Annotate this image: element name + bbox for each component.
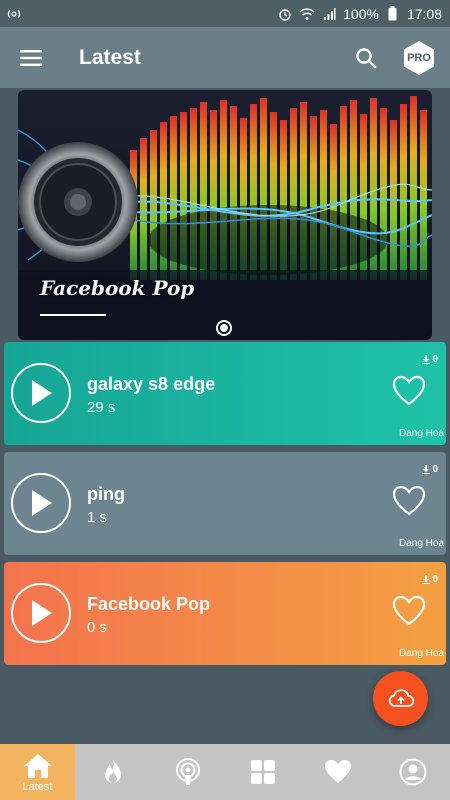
download-count-value: 0 xyxy=(432,464,438,475)
grid-icon xyxy=(250,760,275,784)
heart-outline-icon xyxy=(392,485,426,516)
banner-title-underline xyxy=(40,314,106,316)
play-button[interactable] xyxy=(11,363,71,423)
sound-author: Dang Hoa xyxy=(398,538,444,549)
battery-percent: 100% xyxy=(343,5,379,22)
nav-item-trending[interactable] xyxy=(75,744,150,800)
banner-title: Facebook Pop xyxy=(40,276,195,300)
page-title: Latest xyxy=(79,45,141,69)
cloud-upload-icon xyxy=(388,688,414,707)
play-icon xyxy=(32,490,52,516)
pro-button[interactable]: PRO xyxy=(401,40,437,76)
menu-button[interactable] xyxy=(0,27,62,88)
play-button[interactable] xyxy=(11,583,71,643)
sound-name: Facebook Pop xyxy=(87,594,211,614)
nav-item-podcast[interactable] xyxy=(150,744,225,800)
sound-card[interactable]: ping 1 s 0 Dang Hoa xyxy=(4,452,446,555)
banner-artwork xyxy=(18,96,432,340)
hamburger-icon xyxy=(20,49,42,66)
carousel-indicator[interactable] xyxy=(216,320,232,336)
nav-item-latest[interactable]: Latest xyxy=(0,744,75,800)
wifi-calling-icon xyxy=(6,7,22,21)
sound-duration: 29 s xyxy=(87,399,116,416)
featured-banner[interactable]: Facebook Pop xyxy=(18,90,432,340)
search-icon xyxy=(356,47,377,68)
sound-duration: 1 s xyxy=(87,509,108,526)
download-icon xyxy=(422,355,431,364)
favorite-button[interactable] xyxy=(392,595,426,627)
favorite-button[interactable] xyxy=(392,485,426,517)
account-icon xyxy=(399,758,426,786)
sound-card[interactable]: Facebook Pop 0 s 0 Dang Hoa xyxy=(4,562,446,665)
nav-item-account[interactable] xyxy=(375,744,450,800)
home-icon xyxy=(23,753,52,778)
play-button[interactable] xyxy=(11,473,71,533)
sound-author: Dang Hoa xyxy=(398,428,444,439)
sound-card[interactable]: galaxy s8 edge 29 s 0 Dang Hoa xyxy=(4,342,446,445)
status-bar: 100% 17:08 xyxy=(0,0,450,27)
nav-item-favorites[interactable] xyxy=(300,744,375,800)
play-icon xyxy=(32,380,52,406)
play-icon xyxy=(32,600,52,626)
search-button[interactable] xyxy=(343,27,389,88)
heart-outline-icon xyxy=(392,375,426,406)
sound-name: ping xyxy=(87,484,125,504)
download-count-value: 0 xyxy=(432,354,438,365)
sound-duration: 0 s xyxy=(87,619,108,636)
nav-label-latest: Latest xyxy=(22,780,53,793)
download-count: 0 xyxy=(422,464,438,475)
download-count: 0 xyxy=(422,574,438,585)
download-count: 0 xyxy=(422,354,438,365)
heart-outline-icon xyxy=(392,595,426,626)
heart-icon xyxy=(324,760,351,783)
wifi-icon xyxy=(299,7,315,21)
download-count-value: 0 xyxy=(432,574,438,585)
pro-label: PRO xyxy=(407,51,431,64)
nav-item-categories[interactable] xyxy=(225,744,300,800)
app-bar: Latest PRO xyxy=(0,27,450,88)
sound-author: Dang Hoa xyxy=(398,648,444,659)
download-icon xyxy=(422,575,431,584)
bottom-nav: Latest xyxy=(0,744,450,800)
sound-name: galaxy s8 edge xyxy=(87,374,216,394)
download-icon xyxy=(422,465,431,474)
signal-icon xyxy=(321,7,337,21)
clock: 17:08 xyxy=(406,5,442,22)
battery-icon xyxy=(385,6,401,21)
fire-icon xyxy=(104,759,121,783)
podcast-icon xyxy=(175,758,200,785)
alarm-icon xyxy=(277,7,293,21)
upload-fab[interactable] xyxy=(373,671,428,726)
favorite-button[interactable] xyxy=(392,375,426,407)
